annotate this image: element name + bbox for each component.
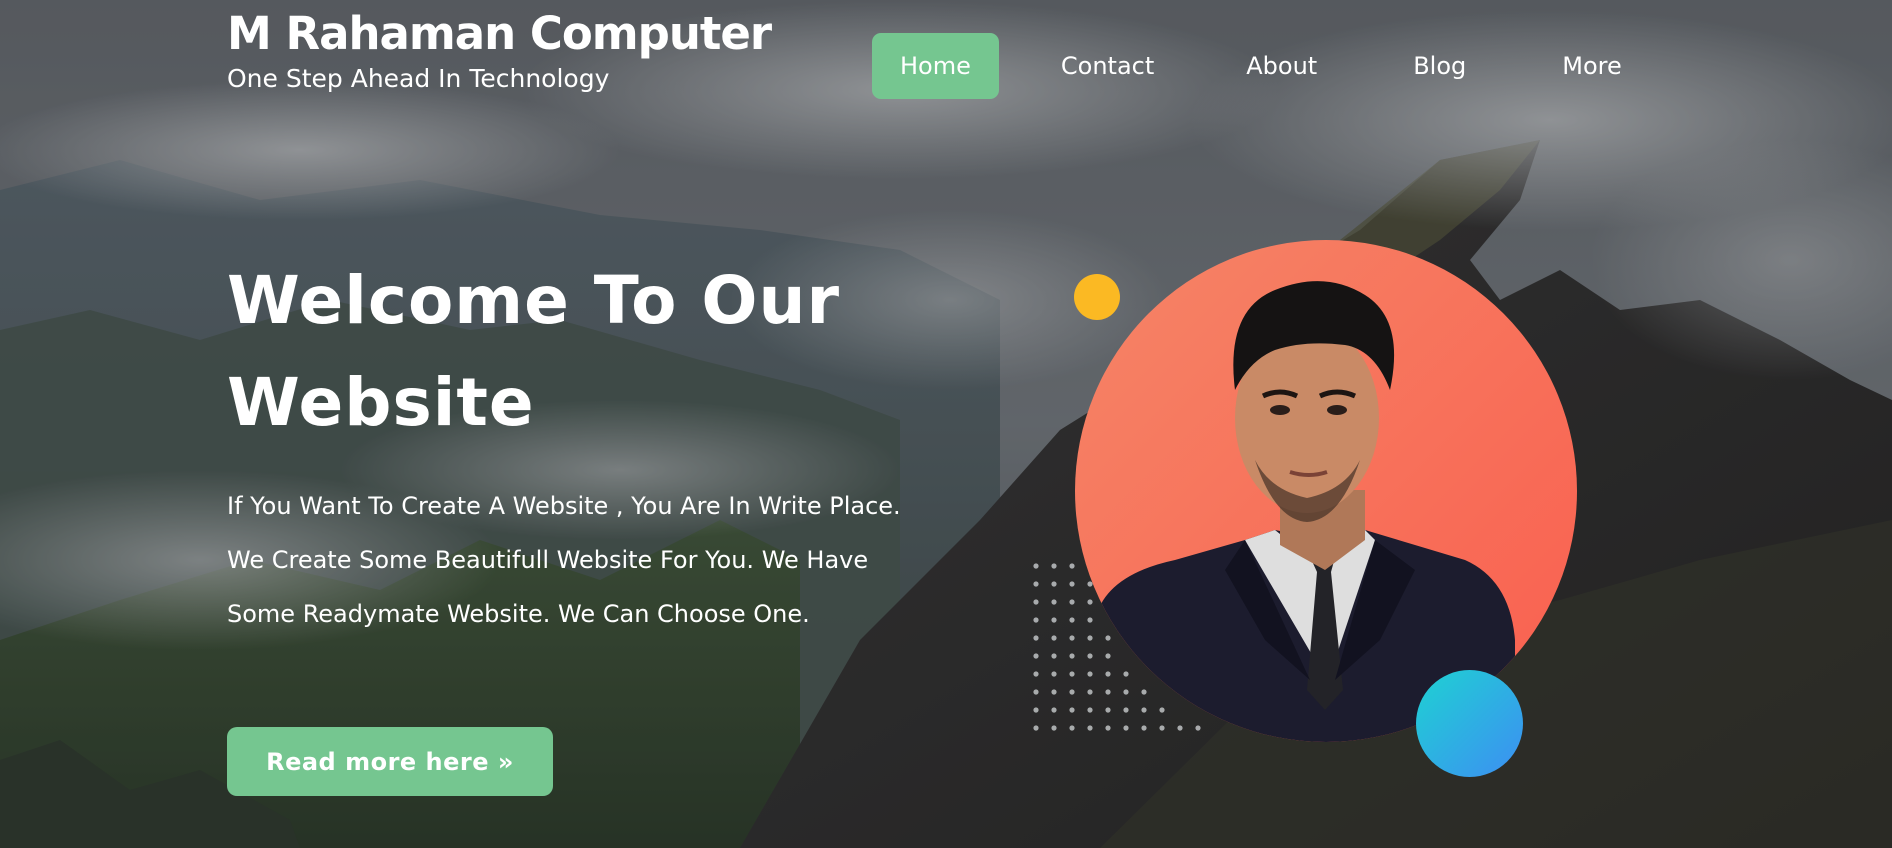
profile-portrait [1075, 240, 1577, 742]
hero-title: Welcome To Our Website [227, 250, 947, 454]
yellow-dot-decoration [1074, 274, 1120, 320]
nav-item-home[interactable]: Home [872, 33, 999, 99]
hero-description: If You Want To Create A Website , You Ar… [227, 492, 901, 628]
nav-item-about[interactable]: About [1218, 33, 1345, 99]
nav-item-blog[interactable]: Blog [1385, 33, 1494, 99]
brand: M Rahaman Computer One Step Ahead In Tec… [227, 6, 772, 93]
read-more-button[interactable]: Read more here » [227, 727, 553, 796]
hero-title-line1: Welcome To Our [227, 262, 841, 339]
nav-item-more[interactable]: More [1534, 33, 1650, 99]
brand-title[interactable]: M Rahaman Computer [227, 6, 772, 62]
main-nav: Home Contact About Blog More [872, 33, 1650, 99]
hero-title-line2: Website [227, 364, 535, 441]
brand-tagline: One Step Ahead In Technology [227, 64, 610, 93]
person-portrait-illustration [1095, 281, 1515, 742]
hero-section: M Rahaman Computer One Step Ahead In Tec… [0, 0, 1892, 848]
blue-dot-decoration [1416, 670, 1523, 777]
nav-item-contact[interactable]: Contact [1033, 33, 1182, 99]
